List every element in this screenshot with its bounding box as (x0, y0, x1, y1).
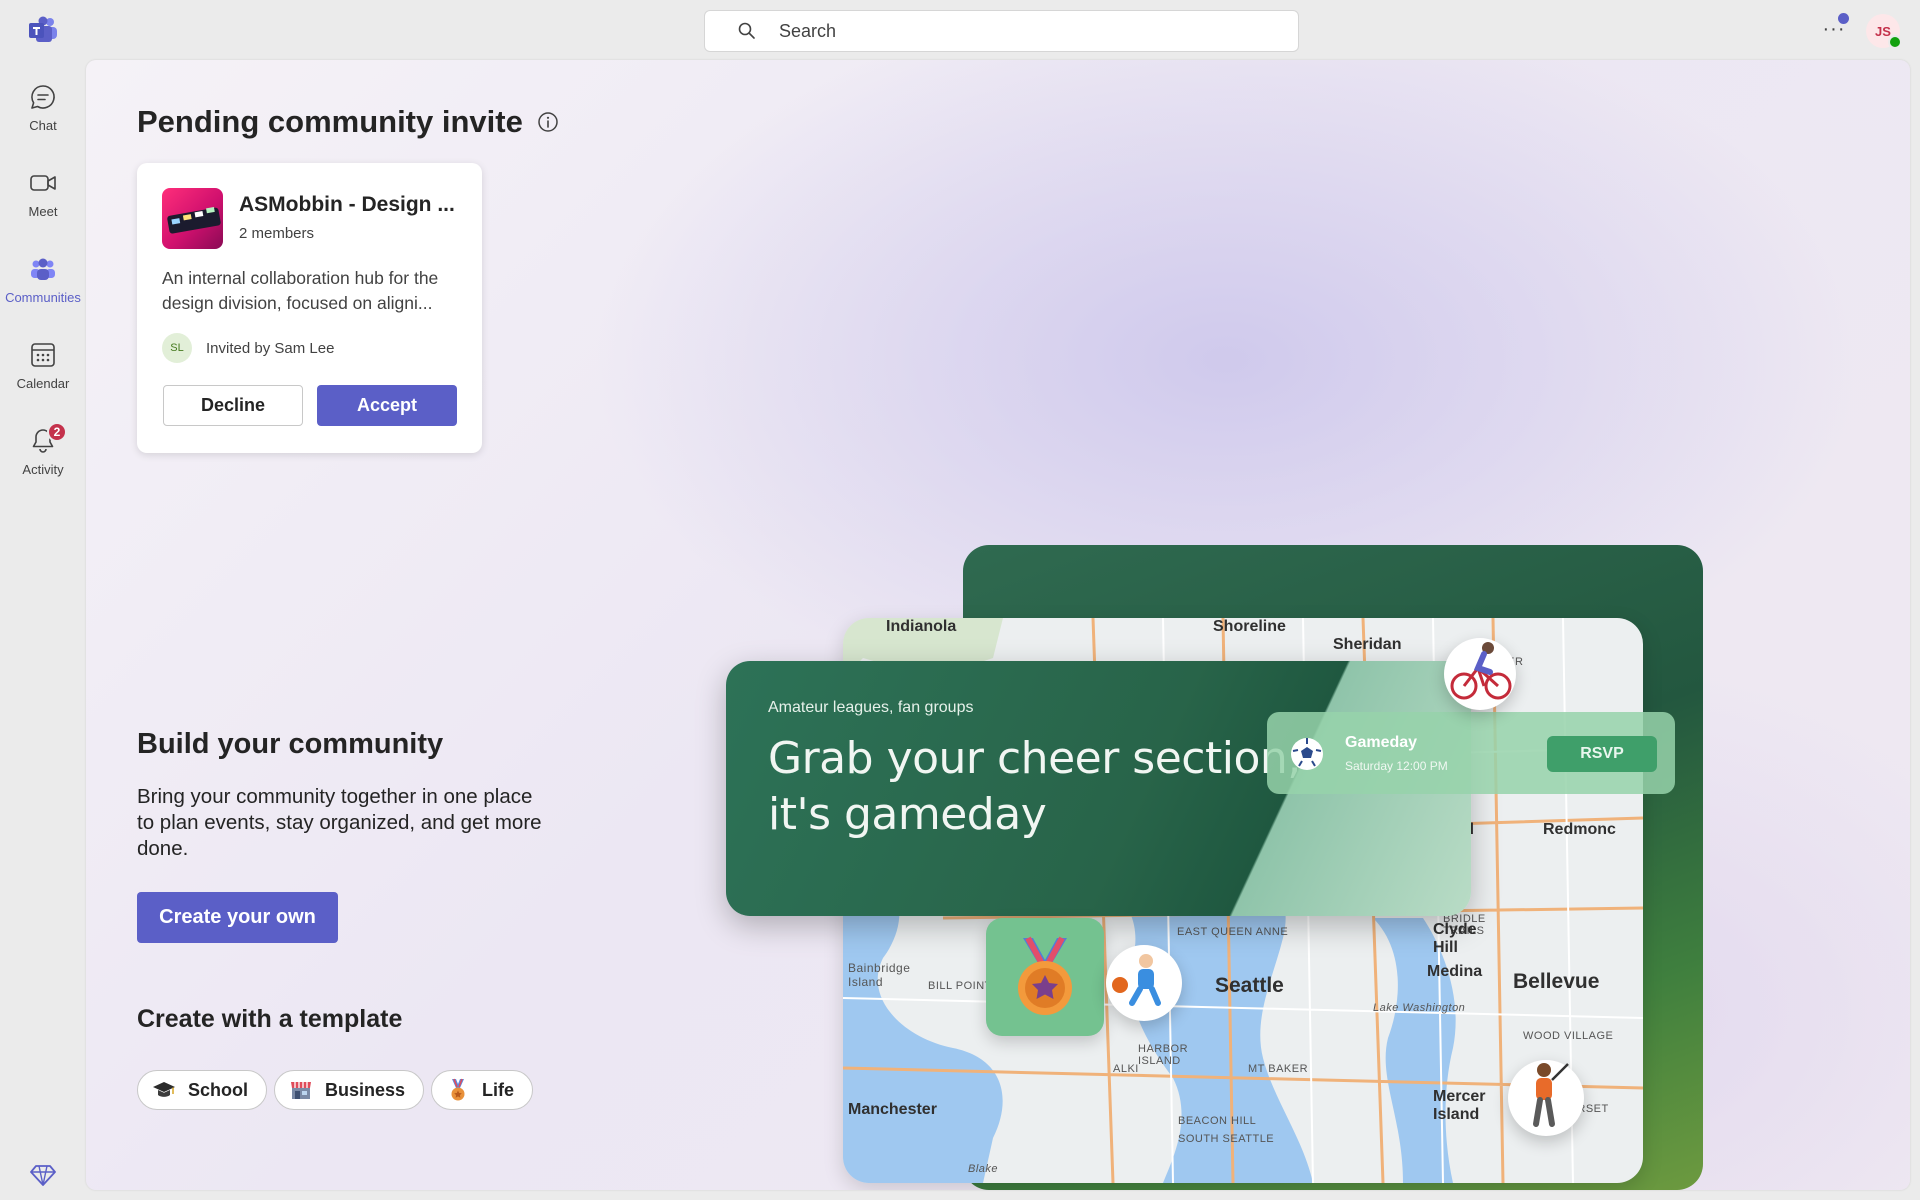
rail-label-chat: Chat (29, 118, 57, 133)
map-label-mercer-island: Mercer Island (1433, 1088, 1486, 1123)
hero-illustration: Indianola Shoreline Sheridan UPPER rklan… (706, 545, 1806, 1190)
notification-dot (1838, 13, 1849, 24)
community-name[interactable]: ASMobbin - Design ... (239, 193, 469, 217)
event-title: Gameday (1345, 734, 1418, 751)
map-label-east-queen-anne: EAST QUEEN ANNE (1177, 926, 1289, 938)
map-label-bellevue: Bellevue (1513, 970, 1600, 993)
rail-item-communities[interactable]: Communities (0, 248, 86, 318)
soccer-ball-icon (1291, 738, 1323, 770)
cyclist-icon (1450, 642, 1512, 700)
map-label-lake-washington: Lake Washington (1373, 1002, 1466, 1014)
rail-label-communities: Communities (5, 290, 81, 305)
hero-subtitle: Amateur leagues, fan groups (768, 699, 974, 716)
search-icon (738, 22, 755, 39)
map-label-wood-village: WOOD VILLAGE (1523, 1030, 1614, 1042)
inviter-avatar: SL (162, 333, 192, 363)
map-label-bainbridge: Bainbridge Island (848, 961, 911, 989)
map-label-mt-baker: MT BAKER (1248, 1063, 1309, 1075)
accept-button[interactable]: Accept (317, 385, 457, 426)
basketball-player-icon (1112, 954, 1161, 1006)
template-section-title: Create with a template (137, 1005, 403, 1033)
activity-count-badge: 2 (47, 422, 67, 442)
video-icon (30, 175, 56, 191)
golfer-bubble (1508, 1060, 1584, 1136)
main-panel: Pending community invite ASMobbin - Desi… (86, 60, 1910, 1190)
storefront-icon (291, 1082, 311, 1099)
rail-item-calendar[interactable]: Calendar (0, 334, 86, 404)
template-chip-label: Life (482, 1079, 515, 1100)
graduation-cap-icon (153, 1082, 175, 1097)
template-chip-life[interactable]: Life (431, 1070, 534, 1110)
rail-item-activity[interactable]: Activity 2 (0, 420, 86, 490)
template-chip-label: Business (325, 1079, 406, 1100)
community-thumbnail-art (167, 206, 221, 234)
basketball-player-bubble (1106, 945, 1182, 1021)
medal-tile (986, 918, 1104, 1036)
event-time: Saturday 12:00 PM (1345, 759, 1448, 773)
create-your-own-button[interactable]: Create your own (137, 892, 338, 943)
search-box[interactable] (704, 10, 1299, 52)
community-member-count: 2 members (239, 225, 315, 242)
map-label-seattle: Seattle (1215, 974, 1284, 997)
map-label-medina: Medina (1427, 963, 1483, 980)
map-label-sheridan: Sheridan (1333, 636, 1402, 653)
cyclist-bubble (1444, 638, 1516, 710)
hero-headline-line-2: it's gameday (768, 789, 1047, 840)
rsvp-button: RSVP (1547, 736, 1657, 772)
calendar-icon (31, 343, 55, 367)
hero-headline-line-1: Grab your cheer section, (768, 733, 1301, 784)
build-community-description: Bring your community together in one pla… (137, 785, 542, 860)
community-thumbnail (162, 188, 223, 249)
build-community-title: Build your community (137, 728, 444, 760)
map-label-indianola: Indianola (886, 618, 957, 635)
map-label-harbor-island: HARBOR ISLAND (1138, 1043, 1189, 1067)
communities-icon (31, 258, 55, 280)
medal-icon (451, 1078, 465, 1101)
invited-by-text: Invited by Sam Lee (206, 340, 335, 357)
medal-illustration-icon (1018, 936, 1072, 1015)
hero-headline: Grab your cheer section, it's gameday (768, 731, 1301, 843)
pending-invite-title: Pending community invite (137, 104, 523, 139)
gameday-event-card: Gameday Saturday 12:00 PM RSVP (1267, 712, 1675, 794)
community-invite-card: ASMobbin - Design ... 2 members An inter… (137, 163, 482, 453)
teams-logo-icon[interactable] (28, 16, 58, 44)
search-input[interactable] (779, 20, 1259, 42)
map-label-redmond: Redmonc (1543, 821, 1616, 838)
template-chip-school[interactable]: School (137, 1070, 268, 1110)
map-label-south-seattle: SOUTH SEATTLE (1178, 1133, 1275, 1145)
map-label-manchester: Manchester (848, 1101, 937, 1118)
premium-diamond-icon[interactable] (30, 1162, 56, 1188)
pending-invite-heading: Pending community invite (137, 104, 559, 140)
rail-label-activity: Activity (22, 462, 64, 477)
top-bar: ··· JS (0, 0, 1920, 60)
rail-label-calendar: Calendar (16, 376, 70, 391)
rail-label-meet: Meet (28, 204, 58, 219)
map-label-beacon-hill: BEACON HILL (1178, 1115, 1257, 1127)
presence-available-indicator (1888, 35, 1902, 49)
rail-item-chat[interactable]: Chat (0, 76, 86, 146)
community-description: An internal collaboration hub for the de… (162, 268, 439, 313)
app-rail: Chat Meet Communities Calendar Activity … (0, 60, 86, 1200)
map-label-alki: ALKI (1113, 1063, 1139, 1075)
template-chip-label: School (188, 1079, 249, 1100)
map-label-blake: Blake (968, 1163, 999, 1175)
golfer-icon (1533, 1063, 1569, 1127)
template-chip-business[interactable]: Business (274, 1070, 425, 1110)
chat-icon (31, 85, 55, 109)
decline-button[interactable]: Decline (163, 385, 303, 426)
map-label-clyde-hill: Clyde Hill (1433, 921, 1477, 956)
map-label-shoreline: Shoreline (1213, 618, 1286, 635)
info-icon[interactable] (537, 111, 559, 133)
map-label-bill-point: BILL POINT (928, 980, 992, 992)
rail-item-meet[interactable]: Meet (0, 162, 86, 232)
